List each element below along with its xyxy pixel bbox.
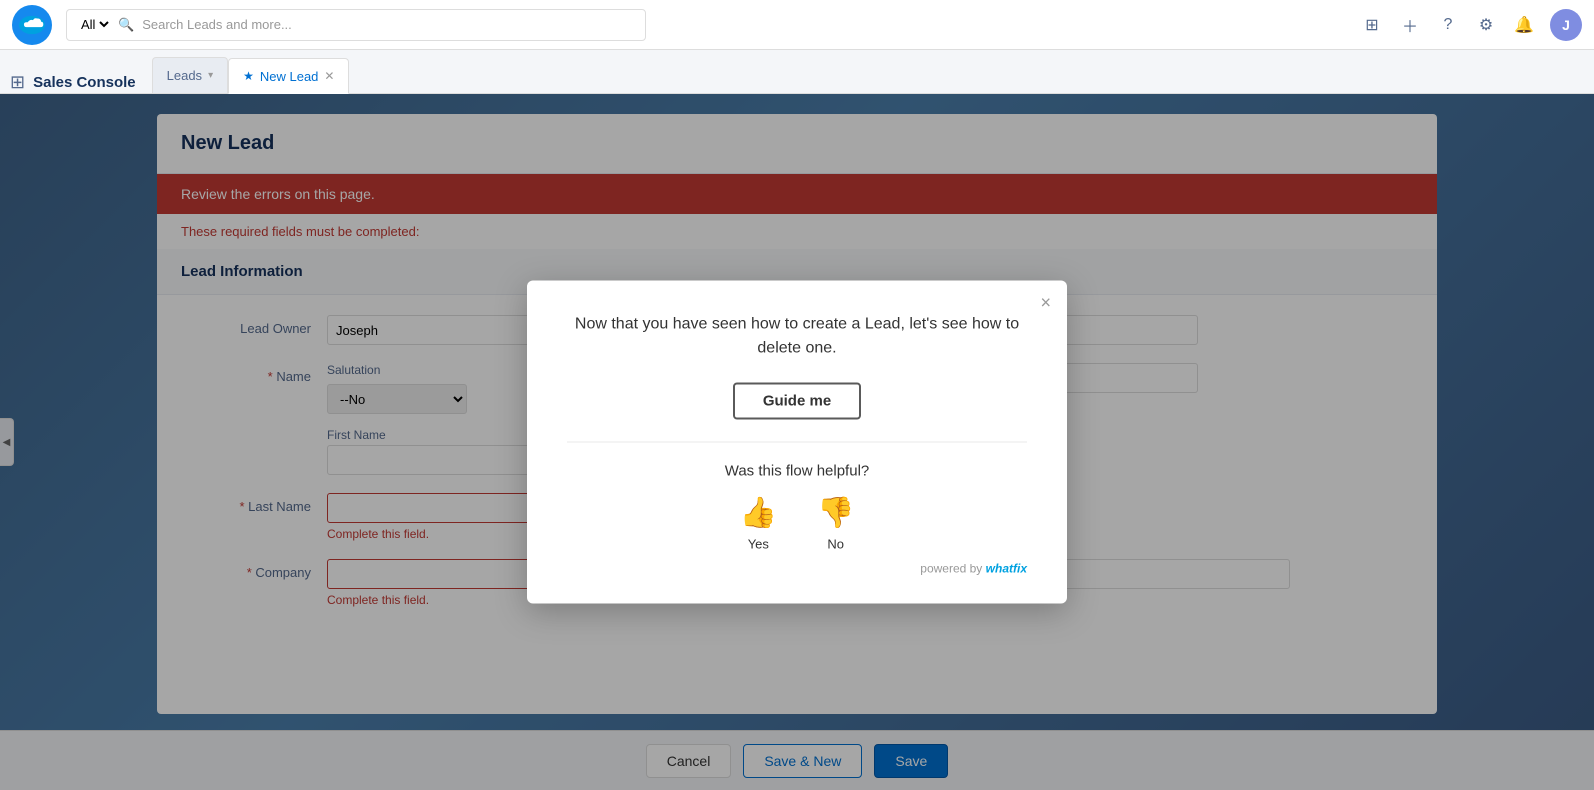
main-area: ◀ New Lead Review the errors on this pag… bbox=[0, 94, 1594, 790]
powered-by: powered by whatfix bbox=[567, 562, 1027, 576]
tab-new-lead-label: New Lead bbox=[260, 69, 319, 84]
top-nav: All 🔍 Search Leads and more... ⊞ ＋ ? ⚙ 🔔… bbox=[0, 0, 1594, 50]
tab-star-icon: ★ bbox=[243, 69, 254, 83]
tab-bar: ⊞ Sales Console Leads ▾ ★ New Lead ✕ bbox=[0, 50, 1594, 94]
tab-bar-left: ⊞ Sales Console bbox=[10, 72, 136, 93]
search-scope-select[interactable]: All bbox=[77, 16, 112, 33]
search-placeholder: Search Leads and more... bbox=[142, 17, 292, 32]
help-icon[interactable]: ? bbox=[1436, 13, 1460, 37]
no-label: No bbox=[827, 537, 844, 552]
search-icon: 🔍 bbox=[118, 17, 134, 33]
salesforce-logo[interactable] bbox=[12, 5, 52, 45]
tab-leads-dropdown-icon[interactable]: ▾ bbox=[208, 70, 213, 81]
feedback-row: 👍 Yes 👎 No bbox=[567, 496, 1027, 552]
modal-body-text: Now that you have seen how to create a L… bbox=[567, 313, 1027, 361]
tab-close-icon[interactable]: ✕ bbox=[324, 69, 334, 83]
guide-me-button[interactable]: Guide me bbox=[733, 383, 861, 420]
tab-new-lead[interactable]: ★ New Lead ✕ bbox=[228, 58, 349, 94]
tab-leads-label: Leads bbox=[167, 68, 202, 83]
helpful-text: Was this flow helpful? bbox=[567, 463, 1027, 480]
tab-leads[interactable]: Leads ▾ bbox=[152, 57, 228, 93]
settings-icon[interactable]: ⚙ bbox=[1474, 13, 1498, 37]
add-icon[interactable]: ＋ bbox=[1398, 13, 1422, 37]
powered-by-text: powered by bbox=[920, 562, 982, 576]
modal: × Now that you have seen how to create a… bbox=[527, 281, 1067, 604]
thumbs-up-icon: 👍 bbox=[740, 496, 777, 531]
app-name: Sales Console bbox=[33, 74, 136, 91]
nav-right: ⊞ ＋ ? ⚙ 🔔 J bbox=[1360, 9, 1582, 41]
thumbs-down-icon: 👎 bbox=[817, 496, 854, 531]
grid-icon[interactable]: ⊞ bbox=[10, 72, 25, 93]
notifications-icon[interactable]: 🔔 bbox=[1512, 13, 1536, 37]
whatfix-brand: whatfix bbox=[986, 562, 1027, 576]
no-feedback-button[interactable]: 👎 No bbox=[817, 496, 854, 552]
avatar[interactable]: J bbox=[1550, 9, 1582, 41]
nav-dropdown-icon[interactable]: ⊞ bbox=[1360, 13, 1384, 37]
yes-feedback-button[interactable]: 👍 Yes bbox=[740, 496, 777, 552]
modal-close-button[interactable]: × bbox=[1040, 293, 1051, 314]
yes-label: Yes bbox=[748, 537, 769, 552]
search-bar[interactable]: All 🔍 Search Leads and more... bbox=[66, 9, 646, 41]
modal-divider bbox=[567, 442, 1027, 443]
